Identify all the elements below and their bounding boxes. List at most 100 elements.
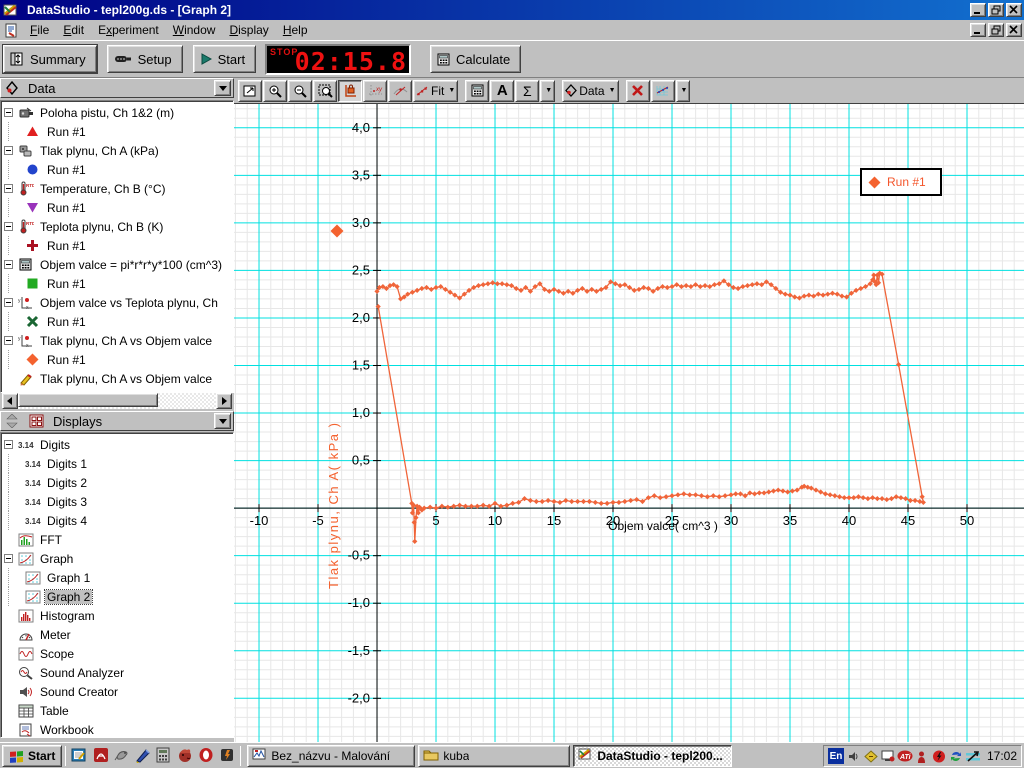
display-item-graph-1[interactable]: Graph 1 (1, 568, 233, 587)
tangent-tool-button[interactable] (388, 79, 412, 102)
tray-powerstrip-icon[interactable] (931, 748, 947, 764)
graph-settings-dropdown[interactable]: ▼ (675, 79, 691, 102)
title-bar[interactable]: DataStudio - tepl200g.ds - [Graph 2] (0, 0, 1024, 20)
menu-window[interactable]: Window (166, 21, 223, 39)
menu-help[interactable]: Help (276, 21, 315, 39)
tray-sync-icon[interactable] (948, 748, 964, 764)
quicklaunch-opera-icon[interactable] (195, 745, 216, 766)
tray-scheduler-icon[interactable] (863, 748, 879, 764)
run-item[interactable]: Run #1 (1, 312, 233, 331)
summary-button[interactable]: Summary (2, 44, 98, 74)
quicklaunch-bird-icon[interactable] (111, 745, 132, 766)
text-annotation-button[interactable]: A (490, 79, 515, 102)
statistics-button[interactable]: Σ (515, 79, 540, 102)
quicklaunch-dragon-icon[interactable] (174, 745, 195, 766)
run-item[interactable]: Run #1 (1, 350, 233, 369)
scrollbar-thumb[interactable] (18, 393, 158, 407)
statistics-dropdown[interactable]: ▼ (540, 79, 556, 102)
display-item-sound-analyzer[interactable]: Sound Analyzer (1, 663, 233, 682)
child-minimize-button[interactable] (970, 23, 986, 37)
menu-file[interactable]: File (23, 21, 56, 39)
data-item-7[interactable]: Tlak plynu, Ch A vs Objem valce (1, 369, 233, 388)
display-item-sound-creator[interactable]: Sound Creator (1, 682, 233, 701)
slope-tool-button[interactable]: xy (363, 79, 387, 102)
tray-volume-icon[interactable] (846, 748, 862, 764)
display-item-scope[interactable]: Scope (1, 644, 233, 663)
run-item[interactable]: Run #1 (1, 274, 233, 293)
display-item-meter[interactable]: Meter (1, 625, 233, 644)
menu-experiment[interactable]: Experiment (91, 21, 166, 39)
scroll-right-arrow[interactable] (216, 393, 232, 409)
panel-splitter-icon[interactable] (3, 414, 20, 429)
display-item-digits-4[interactable]: 3.14 Digits 4 (1, 511, 233, 530)
scroll-left-arrow[interactable] (2, 393, 18, 409)
displays-panel-header[interactable]: Displays (0, 411, 234, 431)
data-item-1[interactable]: Tlak plynu, Ch A (kPa) (1, 141, 233, 160)
data-item-5[interactable]: y x Objem valce vs Teplota plynu, Ch (1, 293, 233, 312)
data-item-0[interactable]: Poloha pistu, Ch 1&2 (m) (1, 103, 233, 122)
minimize-button[interactable] (970, 3, 986, 17)
run-item[interactable]: Run #1 (1, 160, 233, 179)
run-item[interactable]: Run #1 (1, 198, 233, 217)
display-item-graph[interactable]: Graph (1, 549, 233, 568)
child-restore-button[interactable] (988, 23, 1004, 37)
menu-display[interactable]: Display (222, 21, 275, 39)
collapse-toggle[interactable] (4, 146, 13, 155)
graph-canvas[interactable]: -10 -5 5 10 15 20 25 30 35 40 45 504,03,53,02,52,01… (234, 104, 1024, 743)
legend-box[interactable]: Run #1 (860, 168, 942, 196)
data-panel-header[interactable]: Data (0, 78, 234, 98)
delete-button[interactable] (625, 79, 650, 102)
zoom-out-button[interactable] (288, 79, 312, 102)
display-item-workbook[interactable]: Workbook (1, 720, 233, 737)
zoom-in-button[interactable] (263, 79, 287, 102)
run-item[interactable]: Run #1 (1, 236, 233, 255)
data-item-4[interactable]: Objem valce = pi*r*r*y*100 (cm^3) (1, 255, 233, 274)
data-dropdown-arrow[interactable] (214, 80, 231, 96)
keyboard-layout-indicator[interactable]: En (827, 748, 844, 764)
display-item-digits[interactable]: 3.14 Digits (1, 435, 233, 454)
tray-display-settings-icon[interactable] (880, 748, 896, 764)
zoom-select-button[interactable] (313, 79, 337, 102)
graph-settings-button[interactable] (650, 79, 675, 102)
collapse-toggle[interactable] (4, 184, 13, 193)
display-item-fft[interactable]: FFT (1, 530, 233, 549)
menu-edit[interactable]: Edit (56, 21, 91, 39)
collapse-toggle[interactable] (4, 336, 13, 345)
fit-menu-button[interactable]: Fit ▼ (413, 79, 459, 102)
display-item-digits-2[interactable]: 3.14 Digits 2 (1, 473, 233, 492)
setup-button[interactable]: Setup (106, 45, 183, 73)
smart-tool-button[interactable] (338, 79, 362, 102)
collapse-toggle[interactable] (4, 298, 13, 307)
start-menu-button[interactable]: Start (2, 744, 63, 767)
data-tree-hscrollbar[interactable] (2, 393, 232, 409)
display-item-histogram[interactable]: Histogram (1, 606, 233, 625)
start-button[interactable]: Start (192, 45, 257, 73)
calculate-button[interactable]: Calculate (430, 45, 522, 73)
restore-button[interactable] (988, 3, 1004, 17)
display-item-graph-2[interactable]: Graph 2 (1, 587, 233, 606)
displays-dropdown-arrow[interactable] (214, 413, 231, 429)
scrollbar-track[interactable] (18, 393, 216, 409)
collapse-toggle[interactable] (4, 260, 13, 269)
tray-guard-icon[interactable] (914, 748, 930, 764)
task-button-2[interactable]: kuba (418, 744, 571, 767)
quicklaunch-winamp-icon[interactable] (216, 745, 237, 766)
collapse-toggle[interactable] (4, 554, 13, 563)
quicklaunch-notes-icon[interactable] (69, 745, 90, 766)
tray-network-icon[interactable] (965, 748, 981, 764)
task-button-1[interactable]: Bez_názvu - Malování (247, 744, 416, 767)
display-item-digits-3[interactable]: 3.14 Digits 3 (1, 492, 233, 511)
display-item-digits-1[interactable]: 3.14 Digits 1 (1, 454, 233, 473)
data-item-3[interactable]: RTD Teplota plynu, Ch B (K) (1, 217, 233, 236)
collapse-toggle[interactable] (4, 222, 13, 231)
collapse-toggle[interactable] (4, 108, 13, 117)
close-button[interactable] (1006, 3, 1022, 17)
display-item-table[interactable]: Table (1, 701, 233, 720)
graph-calculator-button[interactable] (465, 79, 490, 102)
scale-to-fit-button[interactable] (238, 79, 262, 102)
collapse-toggle[interactable] (4, 440, 13, 449)
run-item[interactable]: Run #1 (1, 122, 233, 141)
data-menu-button[interactable]: Data ▼ (562, 79, 619, 102)
data-item-2[interactable]: RTD Temperature, Ch B (°C) (1, 179, 233, 198)
document-icon[interactable] (2, 23, 19, 38)
